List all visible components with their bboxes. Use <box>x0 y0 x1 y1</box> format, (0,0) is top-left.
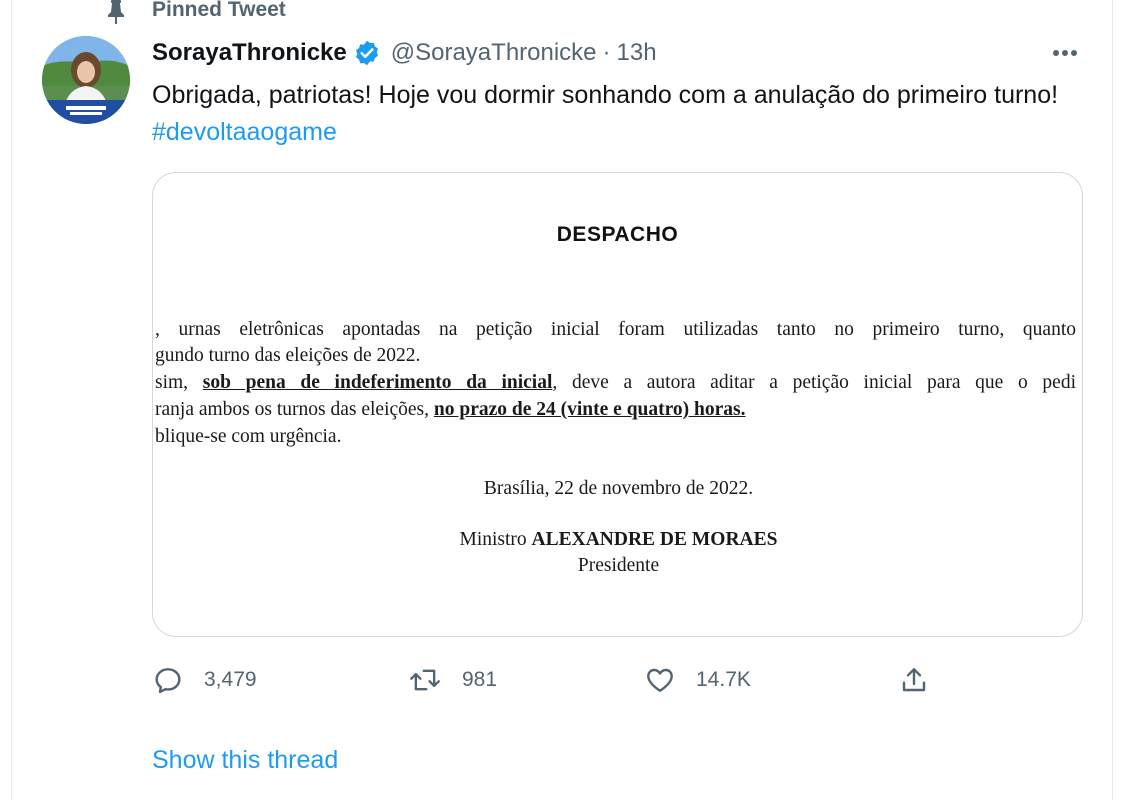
verified-badge-icon <box>353 38 383 68</box>
tweet-timestamp[interactable]: 13h <box>617 39 657 67</box>
user-handle[interactable]: @SorayaThronicke <box>391 39 597 67</box>
pinned-label: Pinned Tweet <box>152 0 286 21</box>
document-text: sim, <box>155 372 189 393</box>
hashtag-link[interactable]: #devoltaaogame <box>152 118 337 146</box>
reply-icon <box>155 668 181 694</box>
document-line: blique-se com urgência. <box>155 426 342 447</box>
signer-name: ALEXANDRE DE MORAES <box>531 529 778 550</box>
like-button[interactable]: 14.7K <box>644 660 751 700</box>
document-line: ranja ambos os turnos das eleições, no p… <box>155 397 1076 423</box>
document-signer: Ministro ALEXANDRE DE MORAES <box>153 527 1082 553</box>
show-thread-link[interactable]: Show this thread <box>152 746 338 775</box>
document-line: sim, sob pena de indeferimento da inicia… <box>155 370 1076 396</box>
document-line: , urnas eletrônicas apontadas na petição… <box>155 319 1076 340</box>
display-name[interactable]: SorayaThronicke <box>152 39 347 67</box>
reply-button[interactable]: 3,479 <box>152 660 257 700</box>
document-text: , deve a autora aditar a petição inicial… <box>552 372 1076 393</box>
retweet-icon <box>410 669 440 691</box>
document-underlined-text: no prazo de 24 (vinte e quatro) horas. <box>433 399 746 420</box>
more-options-button[interactable] <box>1045 36 1085 70</box>
avatar[interactable] <box>42 36 130 124</box>
document-text: ranja ambos os turnos das eleições, <box>155 399 430 420</box>
pin-icon <box>100 0 132 26</box>
timeline-right-border <box>1112 0 1113 800</box>
timeline-left-border <box>11 0 12 800</box>
retweet-count: 981 <box>462 668 498 691</box>
signer-prefix: Ministro <box>459 529 527 550</box>
tweet-text: Obrigada, patriotas! Hoje vou dormir son… <box>152 77 1097 151</box>
tweet-actions: 3,479 981 14.7K <box>152 660 952 700</box>
document-title: DESPACHO <box>556 223 679 246</box>
document-place-date: Brasília, 22 de novembro de 2022. <box>483 478 754 499</box>
heart-icon <box>647 668 673 692</box>
like-count: 14.7K <box>696 668 751 691</box>
tweet-body: Obrigada, patriotas! Hoje vou dormir son… <box>152 81 1059 109</box>
reply-count: 3,479 <box>204 668 257 691</box>
tweet-header: SorayaThronicke @SorayaThronicke · 13h <box>152 36 657 70</box>
retweet-button[interactable]: 981 <box>408 660 497 700</box>
document-underlined-text: sob pena de indeferimento da inicial <box>202 372 553 393</box>
share-button[interactable] <box>898 660 930 700</box>
tweet-media-image[interactable]: DESPACHO , urnas eletrônicas apontadas n… <box>152 172 1083 637</box>
more-dots-icon <box>1053 50 1077 56</box>
document-signer-role: Presidente <box>577 555 660 576</box>
document-line: gundo turno das eleições de 2022. <box>155 345 421 366</box>
share-icon <box>902 668 926 692</box>
pinned-tweet-indicator: Pinned Tweet <box>100 0 286 26</box>
separator-dot: · <box>602 39 611 66</box>
